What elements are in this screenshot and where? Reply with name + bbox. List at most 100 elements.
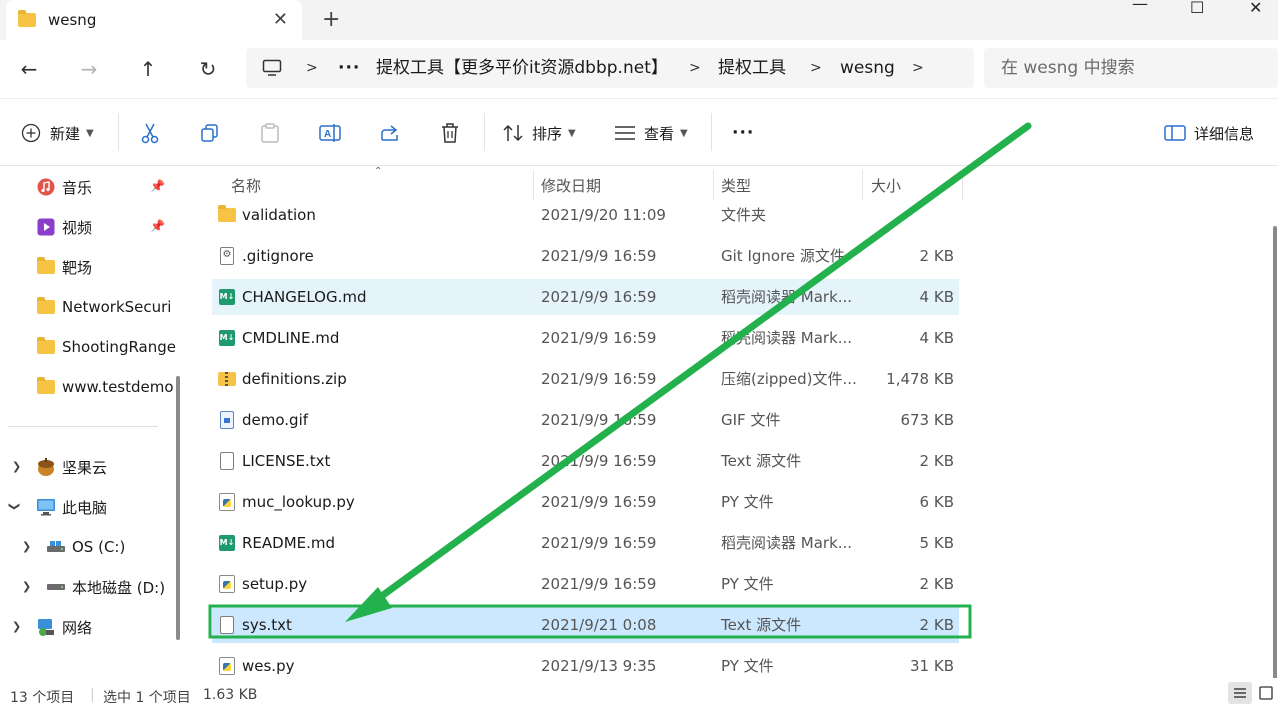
file-name: sys.txt xyxy=(242,616,292,634)
folder-icon xyxy=(36,257,56,276)
minimize-button[interactable]: — xyxy=(1132,0,1148,16)
close-tab-icon[interactable]: ✕ xyxy=(273,9,288,30)
file-row[interactable]: LICENSE.txt 2021/9/9 16:59 Text 源文件 2 KB xyxy=(212,443,959,479)
sidebar-item-network[interactable]: 网络 xyxy=(36,613,92,641)
sidebar-item-nutstore[interactable]: 坚果云 xyxy=(36,453,107,481)
breadcrumb-item[interactable]: 提权工具【更多平价it资源dbbp.net】 xyxy=(376,48,668,88)
file-size: 673 KB xyxy=(900,411,954,429)
column-divider[interactable] xyxy=(862,170,863,200)
file-row-selected[interactable]: sys.txt 2021/9/21 0:08 Text 源文件 2 KB xyxy=(212,607,959,643)
search-input[interactable]: 在 wesng 中搜索 xyxy=(984,48,1278,88)
refresh-button[interactable]: ↻ xyxy=(193,54,223,84)
file-row[interactable]: validation 2021/9/20 11:09 文件夹 xyxy=(212,197,959,233)
close-window-button[interactable]: ✕ xyxy=(1249,0,1262,20)
breadcrumb-item[interactable]: 提权工具 xyxy=(718,48,786,88)
new-label: 新建 xyxy=(50,124,81,143)
clipboard-icon xyxy=(259,122,281,144)
drive-icon xyxy=(46,538,66,556)
chevron-down-icon[interactable]: ❯ xyxy=(8,502,21,511)
delete-button[interactable] xyxy=(439,119,461,147)
rename-button[interactable]: A xyxy=(319,119,341,147)
file-row[interactable]: ⚙ .gitignore 2021/9/9 16:59 Git Ignore 源… xyxy=(212,238,959,274)
address-bar[interactable]: > ··· 提权工具【更多平价it资源dbbp.net】 > 提权工具 > we… xyxy=(246,48,974,88)
breadcrumb-separator[interactable]: > xyxy=(912,48,924,88)
share-button[interactable] xyxy=(379,119,401,147)
svg-text:A: A xyxy=(324,129,331,140)
sidebar-item-video[interactable]: 视频 xyxy=(36,213,92,241)
file-name: CHANGELOG.md xyxy=(242,288,367,306)
details-pane-button[interactable]: 详细信息 xyxy=(1164,119,1254,147)
sidebar-item-label: 此电脑 xyxy=(62,498,108,517)
file-row[interactable]: demo.gif 2021/9/9 16:59 GIF 文件 673 KB xyxy=(212,402,959,438)
file-row[interactable]: M↓ README.md 2021/9/9 16:59 稻壳阅读器 Mark..… xyxy=(212,525,959,561)
breadcrumb-separator[interactable]: > xyxy=(810,48,822,88)
breadcrumb-item[interactable]: wesng xyxy=(840,48,895,88)
file-name: demo.gif xyxy=(242,411,309,429)
sidebar-item-folder[interactable]: NetworkSecuri xyxy=(36,293,171,321)
view-button[interactable]: 查看 ▼ xyxy=(614,119,688,147)
file-date: 2021/9/9 16:59 xyxy=(541,411,657,429)
details-view-button[interactable] xyxy=(1228,682,1252,704)
computer-icon[interactable] xyxy=(262,59,282,81)
text-file-icon xyxy=(218,451,236,471)
file-size: 2 KB xyxy=(919,616,954,634)
pin-icon[interactable]: 📌 xyxy=(150,179,165,193)
file-type: Text 源文件 xyxy=(721,452,802,470)
music-icon xyxy=(36,178,56,196)
chevron-right-icon[interactable]: ❯ xyxy=(12,620,21,633)
cut-button[interactable] xyxy=(139,119,161,147)
window-tab[interactable]: wesng ✕ xyxy=(6,0,302,40)
chevron-down-icon: ▼ xyxy=(86,127,94,139)
more-options-button[interactable]: ··· xyxy=(732,119,754,147)
sidebar-item-folder[interactable]: ShootingRange xyxy=(36,333,176,361)
file-row[interactable]: M↓ CHANGELOG.md 2021/9/9 16:59 稻壳阅读器 Mar… xyxy=(212,279,959,315)
sidebar-item-drive-c[interactable]: OS (C:) xyxy=(46,533,125,561)
up-button[interactable]: ↑ xyxy=(133,54,163,84)
file-name: LICENSE.txt xyxy=(242,452,331,470)
file-size: 1,478 KB xyxy=(886,370,954,388)
new-button[interactable]: 新建 ▼ xyxy=(20,119,94,147)
details-pane-icon xyxy=(1164,122,1186,144)
sidebar-scrollbar[interactable] xyxy=(176,376,180,640)
sidebar-item-drive-d[interactable]: 本地磁盘 (D:) xyxy=(46,573,165,601)
column-divider[interactable] xyxy=(533,170,534,200)
file-date: 2021/9/13 9:35 xyxy=(541,657,657,675)
breadcrumb-separator[interactable]: > xyxy=(306,48,318,88)
file-list-scrollbar[interactable] xyxy=(1273,226,1277,678)
chevron-right-icon[interactable]: ❯ xyxy=(22,580,31,593)
file-row[interactable]: M↓ CMDLINE.md 2021/9/9 16:59 稻壳阅读器 Mark.… xyxy=(212,320,959,356)
file-row[interactable]: muc_lookup.py 2021/9/9 16:59 PY 文件 6 KB xyxy=(212,484,959,520)
tiles-view-icon xyxy=(1259,686,1273,700)
sidebar-item-label: www.testdemo xyxy=(62,378,174,396)
chevron-right-icon[interactable]: ❯ xyxy=(12,460,21,473)
markdown-icon: M↓ xyxy=(218,287,236,307)
paste-button[interactable] xyxy=(259,119,281,147)
rename-icon: A xyxy=(319,122,341,144)
maximize-button[interactable]: ☐ xyxy=(1190,0,1204,20)
new-tab-button[interactable]: + xyxy=(322,7,340,32)
sidebar-item-music[interactable]: 音乐 xyxy=(36,173,92,201)
image-file-icon xyxy=(218,410,236,430)
breadcrumb-separator[interactable]: > xyxy=(689,48,701,88)
sort-button[interactable]: 排序 ▼ xyxy=(502,119,576,147)
column-divider[interactable] xyxy=(713,170,714,200)
file-date: 2021/9/9 16:59 xyxy=(541,534,657,552)
copy-button[interactable] xyxy=(199,119,221,147)
sidebar-item-folder[interactable]: www.testdemo xyxy=(36,373,174,401)
file-size: 2 KB xyxy=(919,575,954,593)
tiles-view-button[interactable] xyxy=(1254,682,1278,704)
file-row[interactable]: definitions.zip 2021/9/9 16:59 压缩(zipped… xyxy=(212,361,959,397)
video-icon xyxy=(36,218,56,236)
back-button[interactable]: ← xyxy=(14,54,44,84)
markdown-icon: M↓ xyxy=(218,533,236,553)
column-divider[interactable] xyxy=(962,170,963,200)
sidebar-item-this-pc[interactable]: 此电脑 xyxy=(36,493,107,521)
file-row[interactable]: setup.py 2021/9/9 16:59 PY 文件 2 KB xyxy=(212,566,959,602)
sidebar-item-folder[interactable]: 靶场 xyxy=(36,253,92,281)
chevron-right-icon[interactable]: ❯ xyxy=(22,540,31,553)
forward-button[interactable]: → xyxy=(74,54,104,84)
breadcrumb-overflow[interactable]: ··· xyxy=(338,48,360,88)
pin-icon[interactable]: 📌 xyxy=(150,219,165,233)
file-row[interactable]: wes.py 2021/9/13 9:35 PY 文件 31 KB xyxy=(212,648,959,678)
sort-icon xyxy=(502,122,524,144)
